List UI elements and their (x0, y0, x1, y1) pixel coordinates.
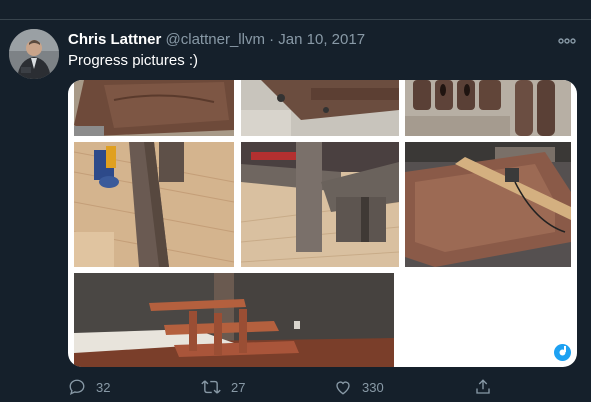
photo-joint-closeup[interactable] (241, 142, 399, 267)
tweet-header: Chris Lattner @clattner_llvm · Jan 10, 2… (68, 31, 365, 48)
photo-table-frame[interactable] (74, 273, 394, 367)
more-options-icon[interactable] (557, 34, 577, 46)
share-button[interactable] (474, 376, 502, 398)
author-handle[interactable]: @clattner_llvm (166, 31, 265, 48)
photo-slab-router[interactable] (405, 142, 571, 267)
reply-button[interactable]: 32 (68, 376, 110, 398)
avatar[interactable] (9, 29, 59, 79)
previous-tweet-text-fragment: ▀▀▀ (72, 0, 119, 12)
photo-clamped-board[interactable] (74, 142, 234, 267)
reply-count: 32 (96, 379, 111, 395)
like-count: 330 (362, 379, 384, 395)
photo-clamped-rail[interactable] (241, 80, 399, 136)
retweet-icon (201, 380, 221, 394)
dot-separator: · (269, 31, 275, 48)
share-icon (476, 379, 490, 394)
photo-carved-legs[interactable] (405, 80, 571, 136)
previous-tweet-fragment: ▀▀▀ (0, 0, 591, 20)
media-gallery (68, 80, 577, 367)
reply-icon (69, 379, 85, 396)
action-bar: 32 27 330 (0, 376, 591, 398)
like-button[interactable]: 330 (334, 376, 384, 398)
photo-workbench[interactable] (74, 80, 234, 136)
heart-icon (336, 381, 350, 395)
tweet-text: Progress pictures :) (68, 52, 199, 69)
retweet-count: 27 (231, 379, 246, 395)
camera-badge-icon[interactable] (552, 342, 573, 363)
retweet-button[interactable]: 27 (201, 376, 245, 398)
author-name[interactable]: Chris Lattner (68, 31, 161, 48)
divider (0, 19, 591, 20)
tweet-date[interactable]: Jan 10, 2017 (278, 31, 365, 48)
